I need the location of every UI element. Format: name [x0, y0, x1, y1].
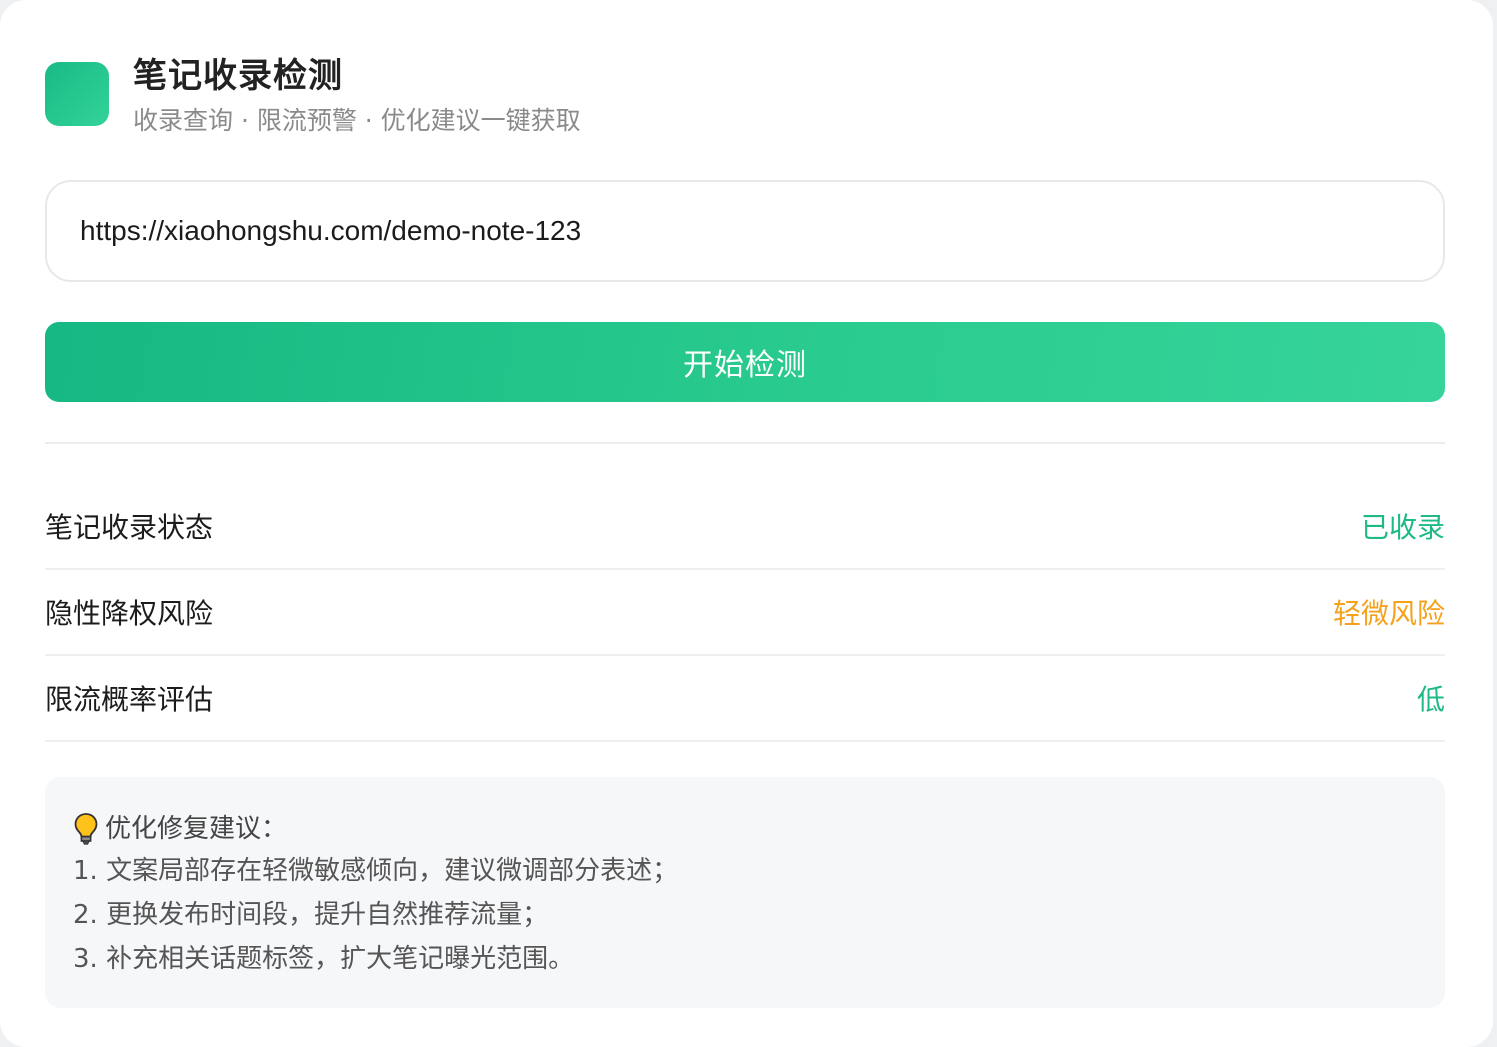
start-detection-button[interactable]: 开始检测 [45, 322, 1445, 402]
app-logo-icon [45, 62, 109, 126]
detection-card: 笔记收录检测 收录查询 · 限流预警 · 优化建议一键获取 开始检测 笔记收录状… [0, 0, 1493, 1047]
header-text: 笔记收录检测 收录查询 · 限流预警 · 优化建议一键获取 [133, 54, 581, 138]
header: 笔记收录检测 收录查询 · 限流预警 · 优化建议一键获取 [45, 54, 581, 138]
tips-title-row: 优化修复建议： [73, 809, 1417, 849]
result-row-throttle-probability: 限流概率评估 低 [45, 656, 1445, 742]
result-row-hidden-penalty: 隐性降权风险 轻微风险 [45, 570, 1445, 656]
results-list: 笔记收录状态 已收录 隐性降权风险 轻微风险 限流概率评估 低 [45, 484, 1445, 742]
result-value-status: 已收录 [1360, 511, 1445, 544]
result-value-probability: 低 [1416, 683, 1445, 716]
tip-item: 3. 补充相关话题标签，扩大笔记曝光范围。 [73, 944, 575, 974]
result-label: 隐性降权风险 [45, 597, 214, 630]
tips-title: 优化修复建议： [105, 814, 288, 844]
divider [45, 442, 1445, 444]
tip-item: 1. 文案局部存在轻微敏感倾向，建议微调部分表述； [73, 856, 679, 886]
result-row-index-status: 笔记收录状态 已收录 [45, 484, 1445, 570]
tip-item: 2. 更换发布时间段，提升自然推荐流量； [73, 900, 549, 930]
page-subtitle: 收录查询 · 限流预警 · 优化建议一键获取 [133, 106, 581, 135]
optimization-tips-panel: 优化修复建议： 1. 文案局部存在轻微敏感倾向，建议微调部分表述； 2. 更换发… [45, 777, 1445, 1008]
result-label: 笔记收录状态 [45, 511, 214, 544]
result-value-risk: 轻微风险 [1332, 597, 1445, 630]
lightbulb-icon [74, 813, 98, 845]
result-label: 限流概率评估 [45, 683, 214, 716]
page-title: 笔记收录检测 [133, 56, 343, 96]
note-url-input[interactable] [45, 180, 1445, 282]
